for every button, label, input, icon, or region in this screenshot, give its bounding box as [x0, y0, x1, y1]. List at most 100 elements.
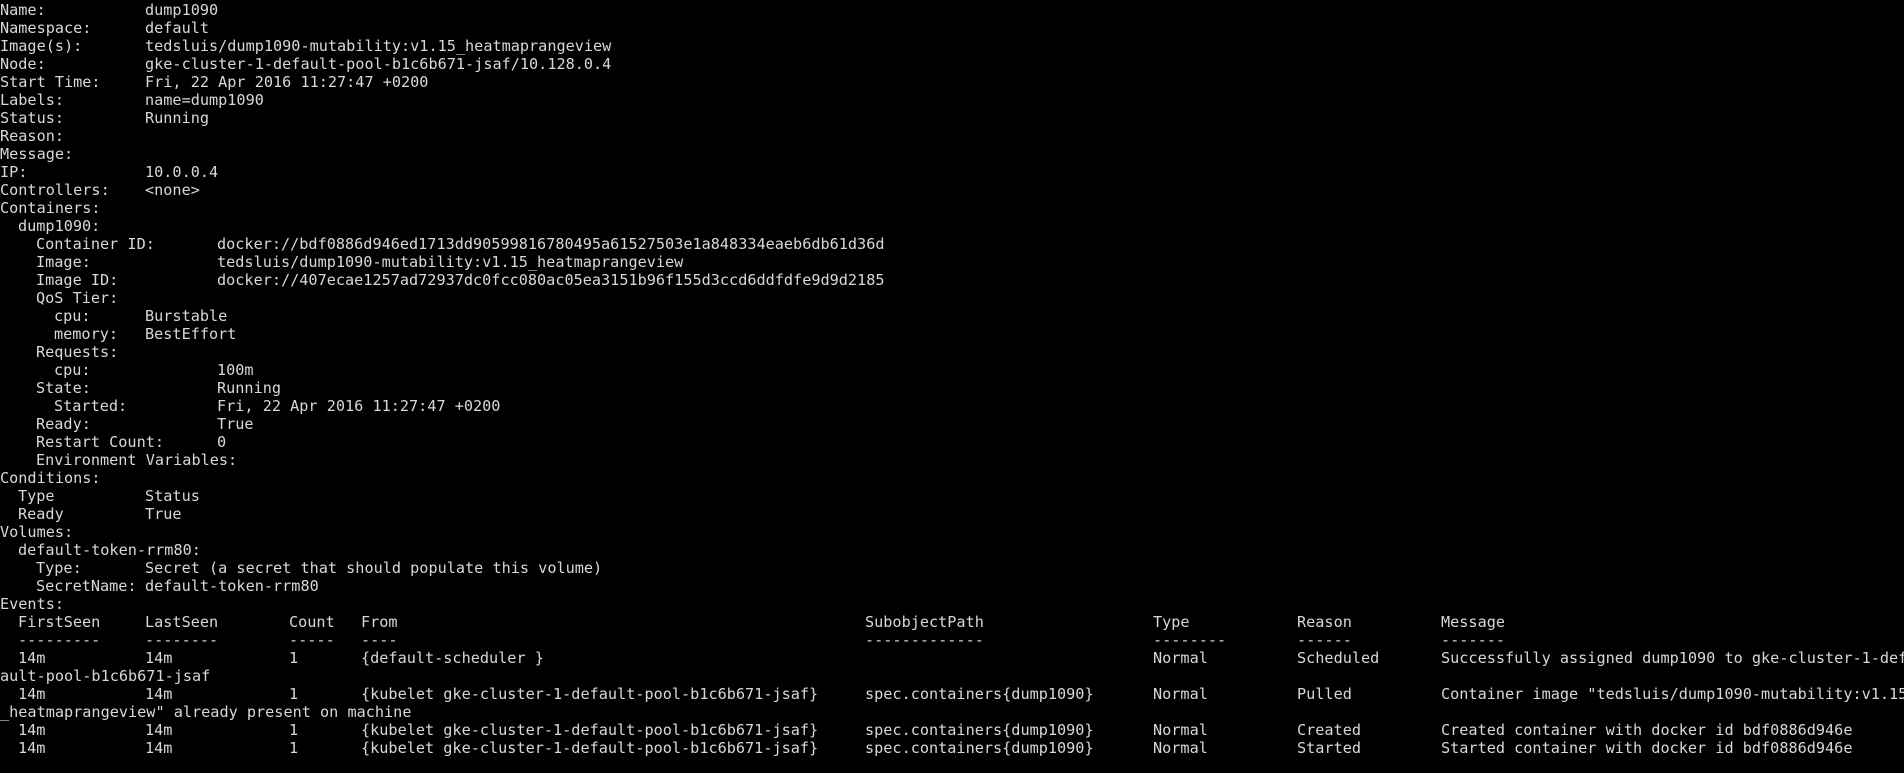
event-last-seen: 14m — [145, 739, 173, 757]
qos-heading: QoS Tier: — [0, 289, 1904, 307]
container-name-line: dump1090: — [0, 217, 1904, 235]
field-value: <none> — [145, 181, 200, 199]
field-controllers-line: Controllers: <none> — [0, 181, 1904, 199]
field-reason-line: Reason: — [0, 127, 1904, 145]
event-message-wrap: _heatmaprangeview" already present on ma… — [0, 703, 412, 721]
column-header-type: Type — [1153, 613, 1190, 631]
field-value: Fri, 22 Apr 2016 11:27:47 +0200 — [145, 73, 429, 91]
field-key: Message: — [0, 145, 74, 163]
field-value: BestEffort — [145, 325, 237, 343]
column-divider: ------- — [1441, 631, 1506, 649]
event-first-seen: 14m — [18, 649, 46, 667]
event-last-seen: 14m — [145, 649, 173, 667]
condition-type: Ready — [18, 505, 64, 523]
field-name-line: Name: dump1090 — [0, 1, 1904, 19]
event-from: {kubelet gke-cluster-1-default-pool-b1c6… — [361, 739, 819, 757]
event-from: {kubelet gke-cluster-1-default-pool-b1c6… — [361, 721, 819, 739]
column-header-from: From — [361, 613, 398, 631]
event-first-seen: 14m — [18, 721, 46, 739]
field-value: True — [217, 415, 254, 433]
field-key: SecretName: — [36, 577, 137, 595]
field-value: 0 — [217, 433, 227, 451]
field-node-line: Node: gke-cluster-1-default-pool-b1c6b67… — [0, 55, 1904, 73]
column-header-type: Type — [18, 487, 55, 505]
field-key: IP: — [0, 163, 28, 181]
field-key: Restart Count: — [36, 433, 165, 451]
section-label: Events: — [0, 595, 65, 613]
requests-cpu-line: cpu: 100m — [0, 361, 1904, 379]
state-line: State: Running — [0, 379, 1904, 397]
field-value: name=dump1090 — [145, 91, 264, 109]
column-divider: ---- — [361, 631, 398, 649]
event-type: Normal — [1153, 721, 1208, 739]
field-value: dump1090 — [145, 1, 219, 19]
section-label: Conditions: — [0, 469, 101, 487]
event-type: Normal — [1153, 649, 1208, 667]
condition-status: True — [145, 505, 182, 523]
field-value: gke-cluster-1-default-pool-b1c6b671-jsaf… — [145, 55, 612, 73]
field-key: memory: — [54, 325, 119, 343]
field-value: default-token-rrm80 — [145, 577, 319, 595]
field-labels-line: Labels: name=dump1090 — [0, 91, 1904, 109]
field-key: Image: — [36, 253, 91, 271]
section-label: Volumes: — [0, 523, 74, 541]
volume-name-line: default-token-rrm80: — [0, 541, 1904, 559]
field-key: Image ID: — [36, 271, 119, 289]
event-reason: Created — [1297, 721, 1362, 739]
field-images-line: Image(s): tedsluis/dump1090-mutability:v… — [0, 37, 1904, 55]
field-key: State: — [36, 379, 91, 397]
terminal-window[interactable]: Name: dump1090 Namespace: default Image(… — [0, 0, 1904, 773]
field-start-time-line: Start Time: Fri, 22 Apr 2016 11:27:47 +0… — [0, 73, 1904, 91]
event-reason: Started — [1297, 739, 1362, 757]
event-type: Normal — [1153, 685, 1208, 703]
ready-line: Ready: True — [0, 415, 1904, 433]
section-label: QoS Tier: — [36, 289, 119, 307]
volume-type-line: Type: Secret (a secret that should popul… — [0, 559, 1904, 577]
field-key: Ready: — [36, 415, 91, 433]
field-key: Container ID: — [36, 235, 155, 253]
field-message-line: Message: — [0, 145, 1904, 163]
column-header-count: Count — [289, 613, 335, 631]
column-divider: ------ — [1297, 631, 1352, 649]
field-key: Name: — [0, 1, 46, 19]
field-value: docker://bdf0886d946ed1713dd905998167804… — [217, 235, 885, 253]
column-divider: --------- — [18, 631, 101, 649]
event-row: 14m 14m 1 {kubelet gke-cluster-1-default… — [0, 739, 1904, 757]
column-header-subobject-path: SubobjectPath — [865, 613, 984, 631]
field-value: Running — [217, 379, 282, 397]
event-row: 14m 14m 1 {kubelet gke-cluster-1-default… — [0, 721, 1904, 739]
event-row-wrap: _heatmaprangeview" already present on ma… — [0, 703, 1904, 721]
event-first-seen: 14m — [18, 685, 46, 703]
column-header-last-seen: LastSeen — [145, 613, 219, 631]
event-from: {kubelet gke-cluster-1-default-pool-b1c6… — [361, 685, 819, 703]
field-value: Fri, 22 Apr 2016 11:27:47 +0200 — [217, 397, 501, 415]
volume-name: default-token-rrm80: — [18, 541, 201, 559]
events-heading: Events: — [0, 595, 1904, 613]
events-dashes-row: --------- -------- ----- ---- ----------… — [0, 631, 1904, 649]
column-header-first-seen: FirstSeen — [18, 613, 101, 631]
container-image-id-line: Image ID: docker://407ecae1257ad72937dc0… — [0, 271, 1904, 289]
section-label: Environment Variables: — [36, 451, 238, 469]
field-ip-line: IP: 10.0.0.4 — [0, 163, 1904, 181]
field-key: Started: — [54, 397, 128, 415]
field-key: Namespace: — [0, 19, 92, 37]
event-reason: Pulled — [1297, 685, 1352, 703]
field-value: default — [145, 19, 210, 37]
container-name: dump1090: — [18, 217, 101, 235]
column-divider: ------------- — [865, 631, 984, 649]
field-value: Secret (a secret that should populate th… — [145, 559, 603, 577]
event-row: 14m 14m 1 {default-scheduler } Normal Sc… — [0, 649, 1904, 667]
started-line: Started: Fri, 22 Apr 2016 11:27:47 +0200 — [0, 397, 1904, 415]
event-row: 14m 14m 1 {kubelet gke-cluster-1-default… — [0, 685, 1904, 703]
conditions-header-row: Type Status — [0, 487, 1904, 505]
requests-heading: Requests: — [0, 343, 1904, 361]
env-vars-line: Environment Variables: — [0, 451, 1904, 469]
field-key: cpu: — [54, 307, 91, 325]
field-key: Controllers: — [0, 181, 110, 199]
field-value: tedsluis/dump1090-mutability:v1.15_heatm… — [217, 253, 684, 271]
event-count: 1 — [289, 685, 299, 703]
event-message: Container image "tedsluis/dump1090-mutab… — [1441, 685, 1904, 703]
event-row-wrap: ault-pool-b1c6b671-jsaf — [0, 667, 1904, 685]
event-subobject-path: spec.containers{dump1090} — [865, 685, 1094, 703]
conditions-heading: Conditions: — [0, 469, 1904, 487]
